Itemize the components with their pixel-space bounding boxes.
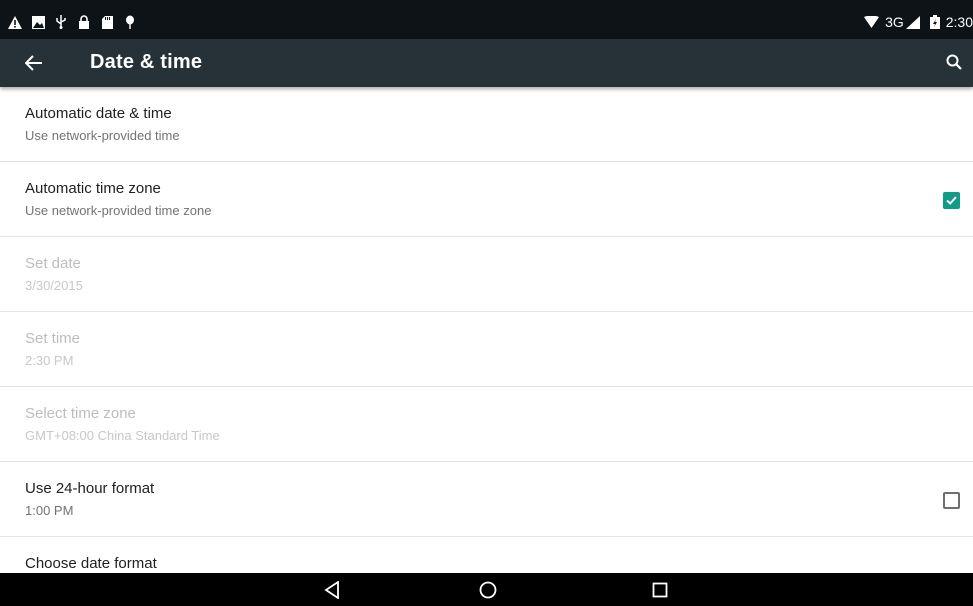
setting-summary: 1:00 PM <box>25 503 74 518</box>
setting-set-date: Set date 3/30/2015 <box>0 237 973 312</box>
debug-icon <box>123 15 137 29</box>
wifi-icon <box>864 16 880 28</box>
setting-title: Select time zone <box>25 405 136 422</box>
setting-title: Set date <box>25 255 81 272</box>
checkbox-checked[interactable] <box>943 192 960 209</box>
search-button[interactable] <box>941 49 967 75</box>
setting-automatic-time-zone[interactable]: Automatic time zone Use network-provided… <box>0 162 973 237</box>
setting-title: Choose date format <box>25 555 157 572</box>
settings-list: Automatic date & time Use network-provid… <box>0 87 973 573</box>
setting-set-time: Set time 2:30 PM <box>0 312 973 387</box>
arrow-left-icon <box>25 55 43 71</box>
notification-icons <box>8 15 137 29</box>
setting-summary: 3/30/2015 <box>25 278 83 293</box>
home-circle-icon <box>479 581 497 599</box>
setting-title: Automatic date & time <box>25 105 172 122</box>
setting-choose-date-format[interactable]: Choose date format <box>0 537 973 573</box>
setting-use-24-hour-format[interactable]: Use 24-hour format 1:00 PM <box>0 462 973 537</box>
lock-icon <box>77 15 91 29</box>
search-icon <box>946 54 962 70</box>
back-triangle-icon <box>324 581 340 599</box>
setting-title: Set time <box>25 330 81 347</box>
navigation-bar <box>0 573 973 606</box>
setting-summary: 2:30 PM <box>25 353 74 368</box>
setting-select-time-zone: Select time zone GMT+08:00 China Standar… <box>0 387 973 462</box>
page-title: Date & time <box>90 51 203 73</box>
nav-back-button[interactable] <box>319 577 345 603</box>
checkbox-unchecked[interactable] <box>943 492 960 509</box>
back-button[interactable] <box>20 49 48 77</box>
nav-recents-button[interactable] <box>647 577 673 603</box>
setting-summary: Use network-provided time <box>25 128 180 143</box>
status-bar: 3G 2:30 <box>0 0 973 39</box>
signal-icon <box>905 15 920 29</box>
sd-card-icon <box>100 15 114 29</box>
setting-title: Automatic time zone <box>25 180 161 197</box>
usb-icon <box>54 15 68 29</box>
nav-home-button[interactable] <box>475 577 501 603</box>
setting-automatic-date-time[interactable]: Automatic date & time Use network-provid… <box>0 87 973 162</box>
image-icon <box>31 15 45 29</box>
battery-icon <box>929 15 940 29</box>
setting-summary: Use network-provided time zone <box>25 203 212 218</box>
setting-summary: GMT+08:00 China Standard Time <box>25 428 220 443</box>
app-toolbar: Date & time <box>0 39 973 87</box>
system-status: 3G 2:30 <box>864 14 973 30</box>
recents-square-icon <box>652 582 668 598</box>
warning-icon <box>8 15 22 29</box>
clock: 2:30 <box>945 14 973 30</box>
network-type: 3G <box>885 14 904 30</box>
setting-title: Use 24-hour format <box>25 480 155 497</box>
